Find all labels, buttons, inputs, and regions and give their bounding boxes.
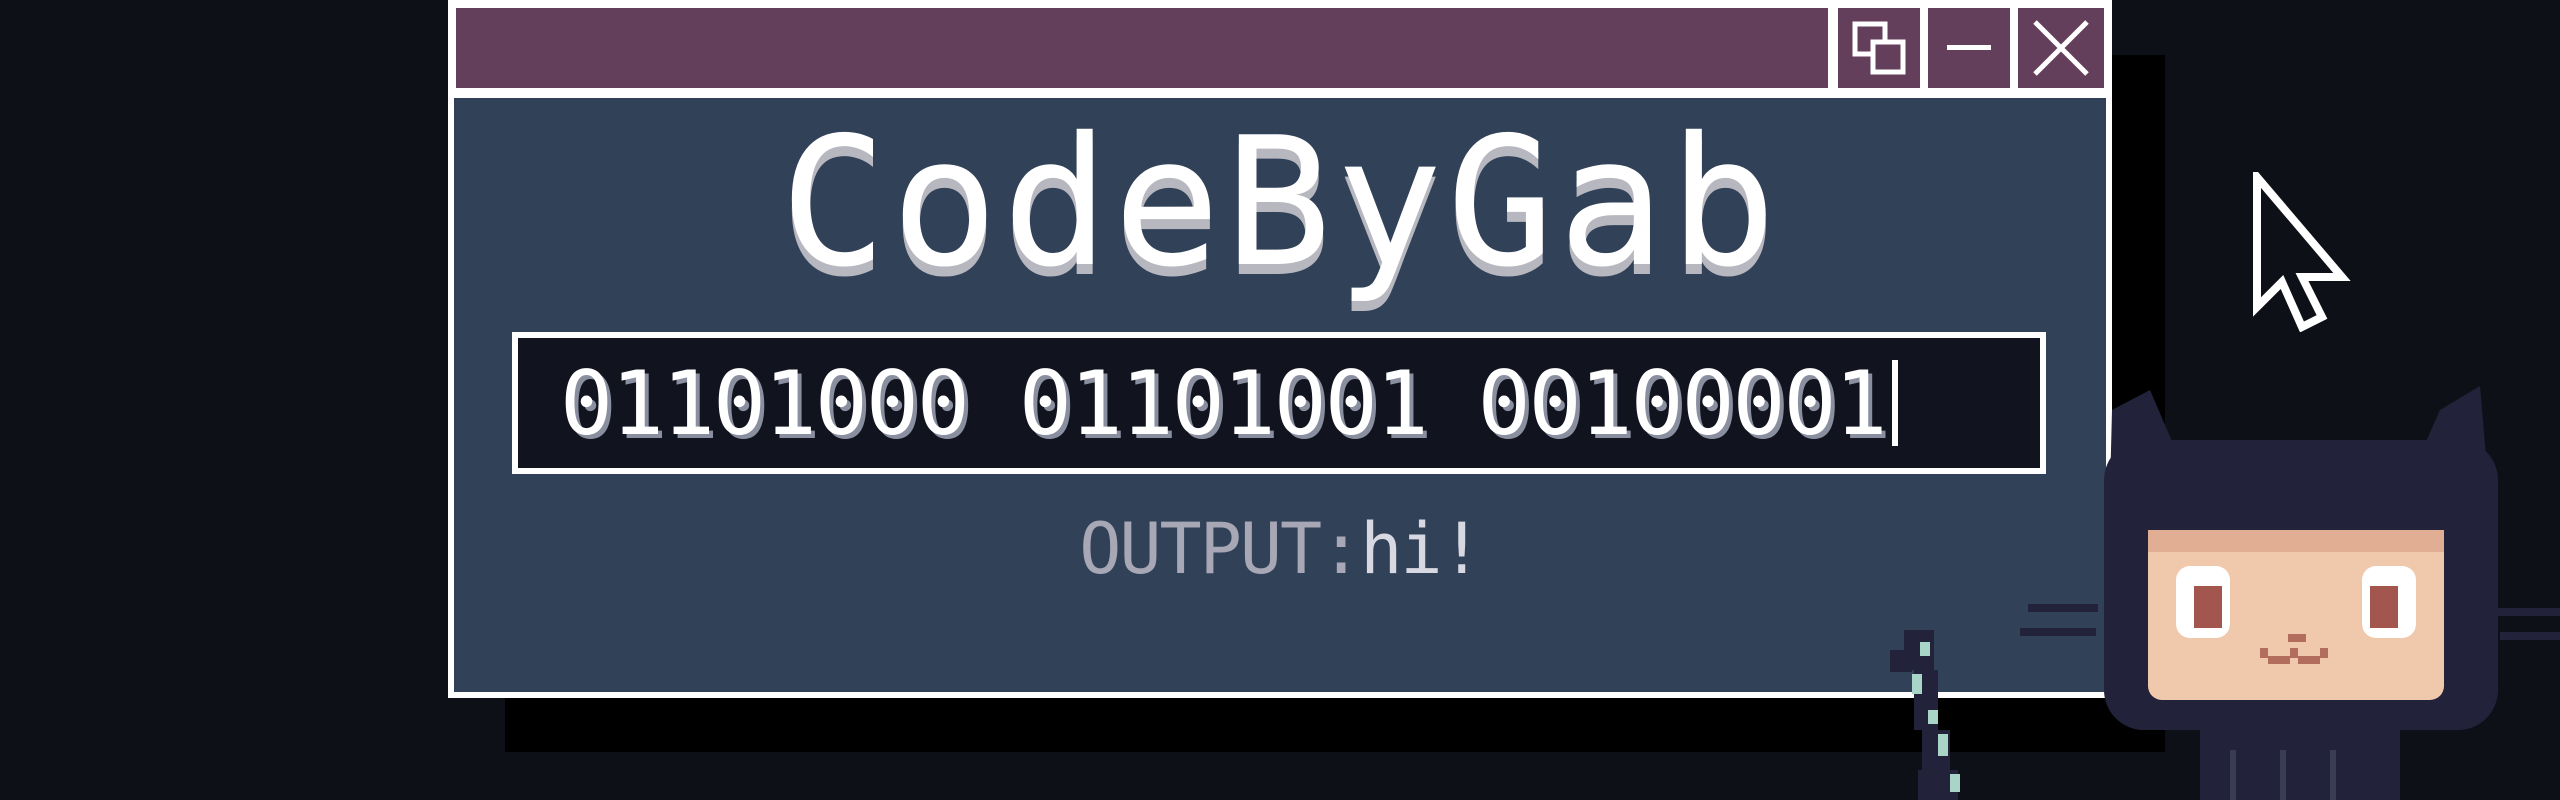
binary-input-field[interactable]: 01101000 01101001 00100001 — [512, 332, 2046, 474]
title-bar[interactable] — [454, 6, 2106, 92]
output-line: OUTPUT:hi! — [454, 508, 2106, 590]
restore-button[interactable] — [1838, 8, 1920, 88]
binary-input-value: 01101000 01101001 00100001 — [560, 351, 1887, 455]
octocat-mascot-icon — [1890, 386, 2560, 800]
minimize-icon — [1947, 45, 1991, 50]
close-icon — [2033, 20, 2089, 76]
minimize-button[interactable] — [1928, 8, 2010, 88]
output-value: hi! — [1360, 508, 1482, 590]
converter-window: CodeByGab 01101000 01101001 00100001 OUT… — [448, 0, 2112, 698]
title-bar-drag-area[interactable] — [456, 8, 1828, 88]
output-label: OUTPUT: — [1079, 508, 1362, 590]
window-content: CodeByGab 01101000 01101001 00100001 OUT… — [454, 98, 2106, 692]
mouse-pointer-icon — [2253, 172, 2351, 332]
app-logo-title: CodeByGab — [779, 99, 1781, 306]
restore-icon — [1852, 21, 1906, 75]
close-button[interactable] — [2018, 8, 2104, 88]
